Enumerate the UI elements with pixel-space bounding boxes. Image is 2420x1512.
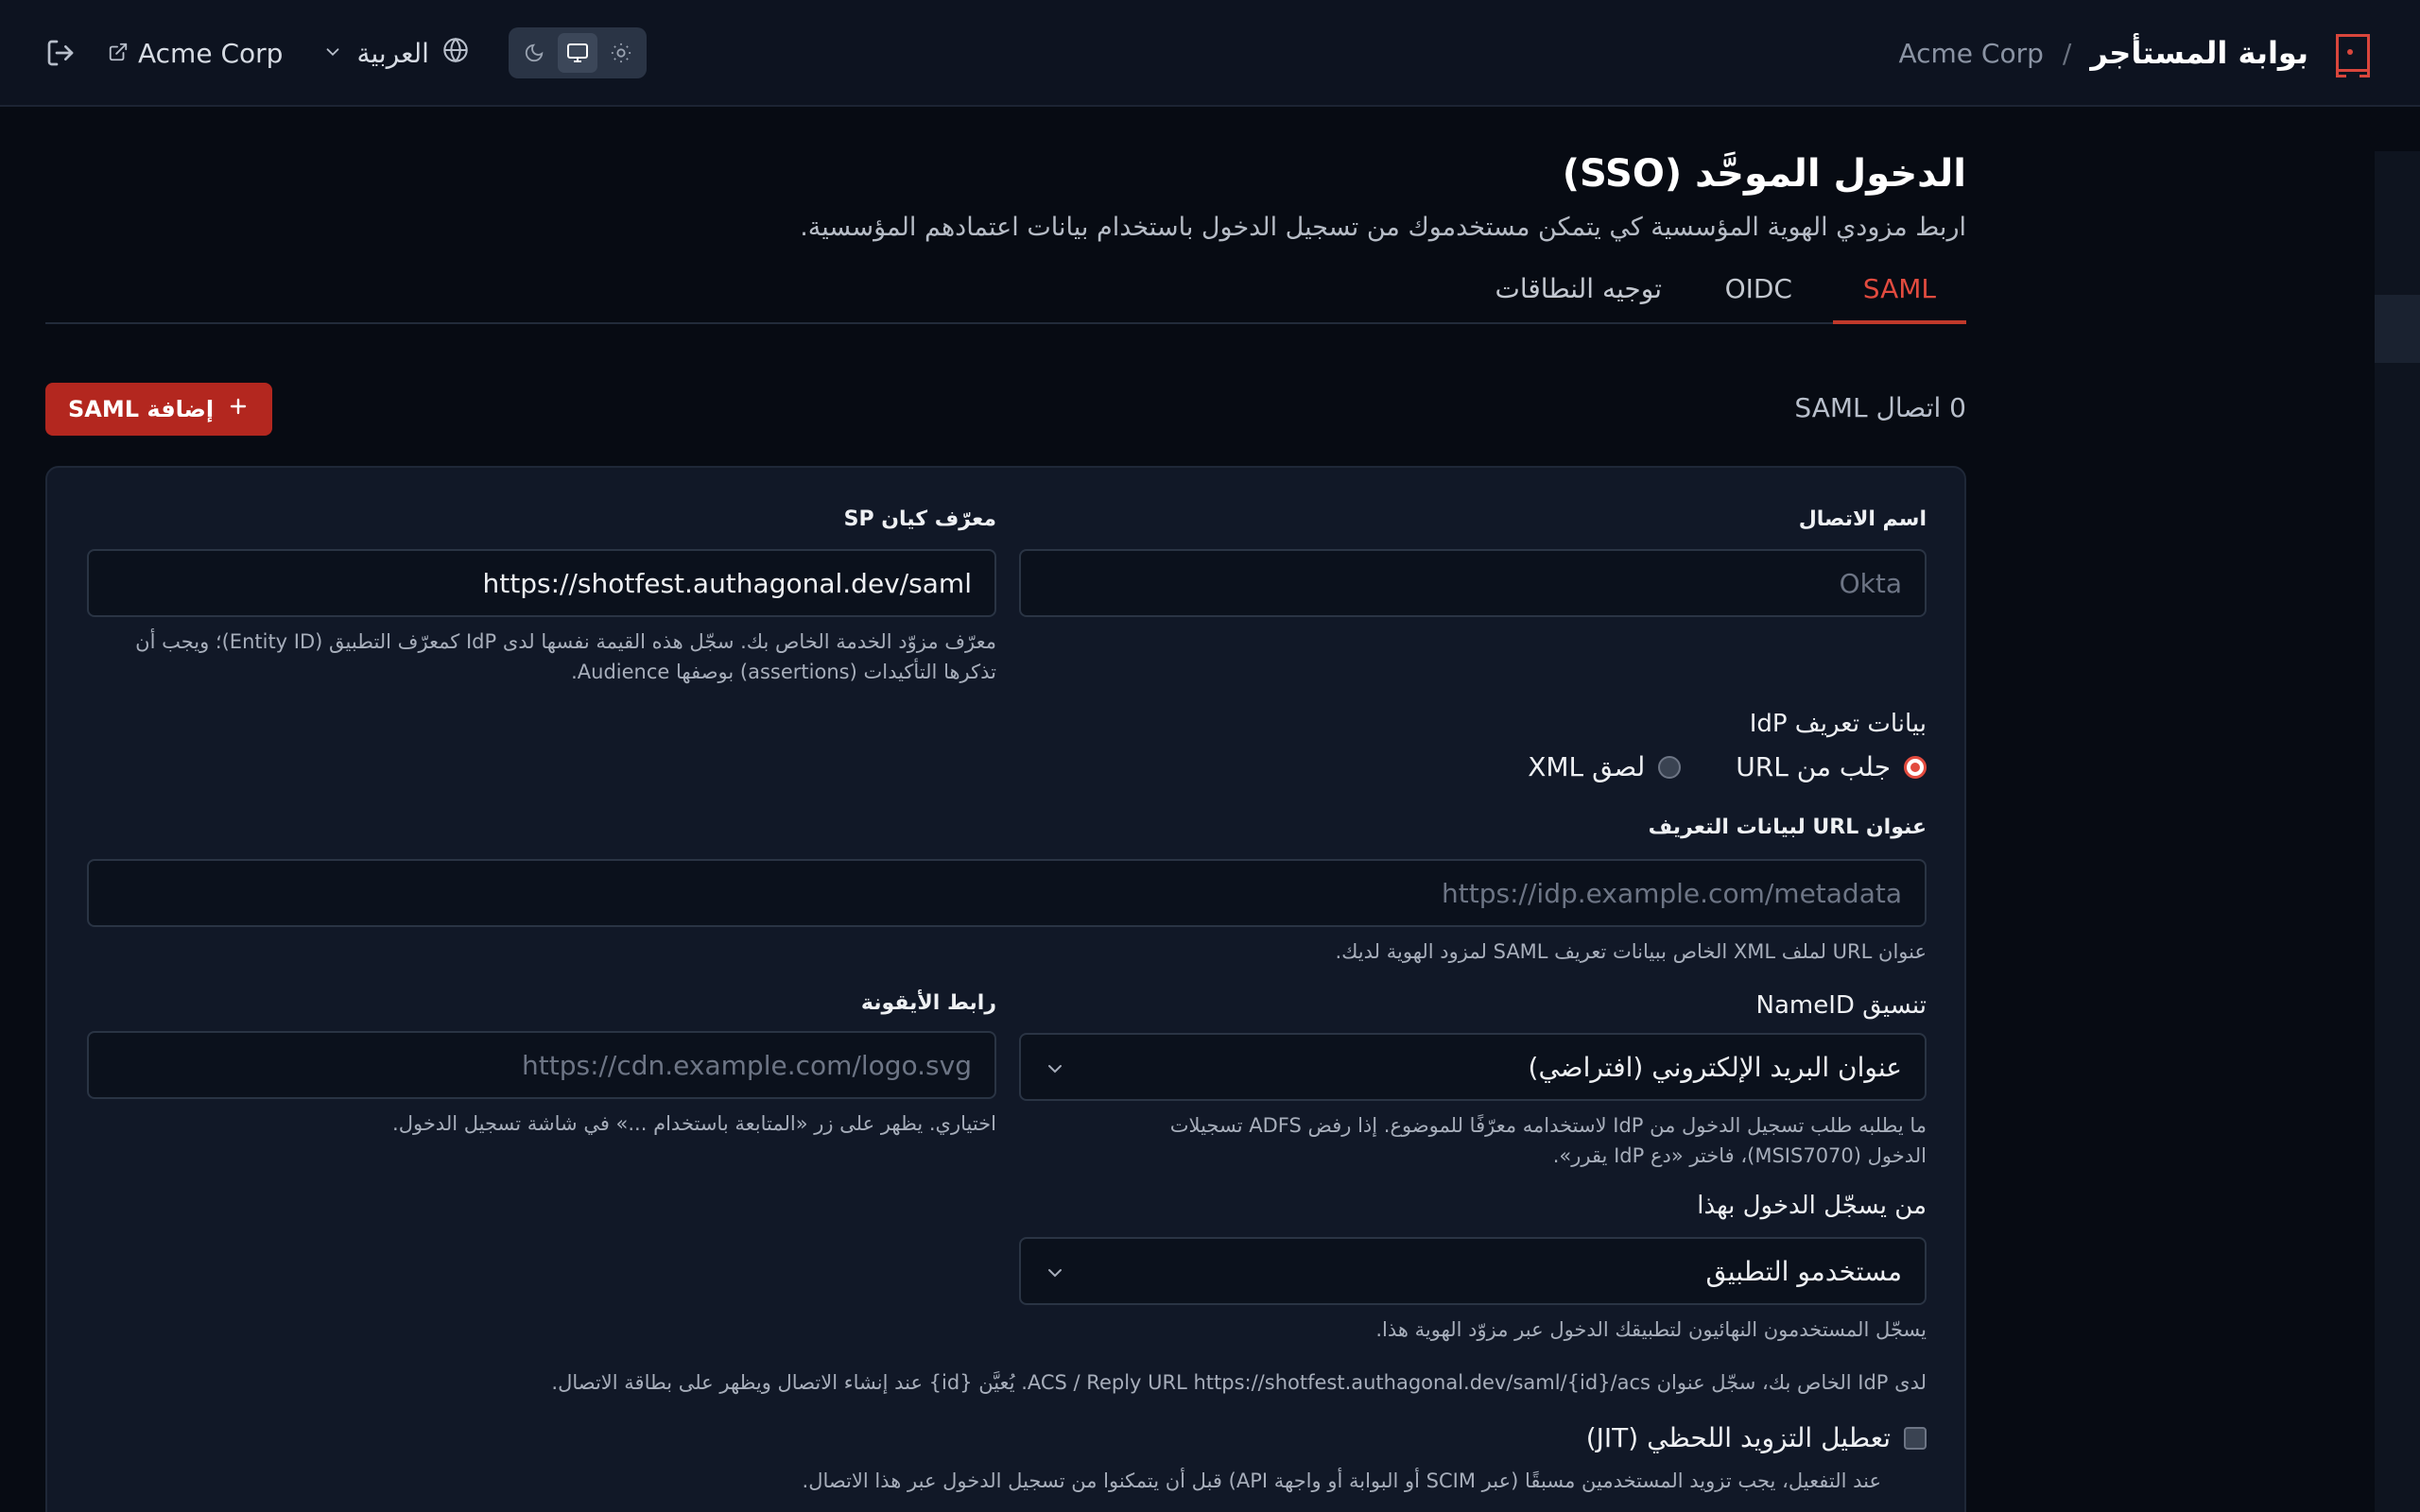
sp-entity-id-help-line2: تذكرها التأكيدات (assertions) بوصفها Aud… bbox=[571, 661, 996, 683]
audience-select[interactable]: مستخدمو التطبيق bbox=[1019, 1237, 1927, 1305]
radio-paste-xml[interactable] bbox=[1658, 755, 1682, 779]
logout-icon[interactable] bbox=[45, 38, 76, 68]
language-label: العربية bbox=[356, 37, 429, 69]
idp-metadata-label: بيانات تعريف IdP bbox=[1749, 710, 1927, 738]
jit-row: تعطيل التزويد اللحظي (JIT) bbox=[1586, 1422, 1927, 1453]
plus-icon bbox=[227, 395, 250, 423]
saml-form-card: اسم الاتصال Okta معرّف كيان SP https://s… bbox=[45, 466, 1966, 1512]
tenant-breadcrumb[interactable]: Acme Corp bbox=[1898, 38, 2043, 69]
chevron-down-icon bbox=[1044, 1056, 1066, 1078]
nameid-help-line1: ما يطلبه طلب تسجيل الدخول من IdP لاستخدا… bbox=[1169, 1114, 1927, 1137]
audience-label: من يسجّل الدخول بهذا bbox=[1697, 1192, 1927, 1220]
scrollbar-thumb[interactable] bbox=[2375, 295, 2420, 363]
tab-domain-routing[interactable]: توجيه النطاقات bbox=[1465, 267, 1692, 324]
external-link-icon bbox=[108, 38, 129, 69]
tabs: SAML OIDC توجيه النطاقات bbox=[45, 267, 1966, 324]
add-saml-label: إضافة SAML bbox=[68, 396, 215, 422]
nameid-help-line2: الدخول (MSIS7070)، فاختر «دع IdP يقرر». bbox=[1552, 1144, 1927, 1167]
nameid-format-select[interactable]: عنوان البريد الإلكتروني (افتراضي) bbox=[1019, 1033, 1927, 1101]
sp-entity-id-value: https://shotfest.authagonal.dev/saml bbox=[482, 567, 972, 599]
jit-label[interactable]: تعطيل التزويد اللحظي (JIT) bbox=[1586, 1422, 1891, 1453]
sp-entity-id-label: معرّف كيان SP bbox=[843, 507, 996, 531]
top-bar: Acme Corp / بوابة المستأجر Acme Corp الع… bbox=[0, 0, 2420, 107]
connection-count: 0 اتصال SAML bbox=[1794, 392, 1966, 423]
org-link[interactable]: Acme Corp bbox=[108, 38, 283, 69]
metadata-source-radios: جلب من URL لصق XML bbox=[1528, 751, 1927, 782]
icon-url-placeholder: https://cdn.example.com/logo.svg bbox=[522, 1049, 972, 1081]
brand: Acme Corp / بوابة المستأجر bbox=[1898, 28, 2370, 77]
nameid-format-help: ما يطلبه طلب تسجيل الدخول من IdP لاستخدا… bbox=[1019, 1110, 1927, 1171]
add-saml-button[interactable]: إضافة SAML bbox=[45, 383, 273, 436]
portal-title: بوابة المستأجر bbox=[2090, 35, 2308, 71]
sun-icon[interactable] bbox=[601, 33, 641, 73]
sp-entity-id-help: معرّف مزوّد الخدمة الخاص بك. سجّل هذه ال… bbox=[87, 627, 996, 687]
radio-fetch-url[interactable] bbox=[1904, 755, 1927, 779]
audience-help: يسجّل المستخدمون النهائيون لتطبيقك الدخو… bbox=[1375, 1318, 1927, 1341]
sp-entity-id-help-line1: معرّف مزوّد الخدمة الخاص بك. سجّل هذه ال… bbox=[135, 630, 996, 653]
metadata-url-label: عنوان URL لبيانات التعريف bbox=[1648, 816, 1927, 839]
theme-switcher bbox=[508, 27, 647, 78]
page-subtitle: اربط مزودي الهوية المؤسسية كي يتمكن مستخ… bbox=[800, 213, 1966, 242]
connection-name-label: اسم الاتصال bbox=[1798, 507, 1927, 531]
connection-name-input[interactable]: Okta bbox=[1019, 549, 1927, 617]
jit-help: عند التفعيل، يجب تزويد المستخدمين مسبقًا… bbox=[802, 1469, 1881, 1492]
icon-url-help: اختياري. يظهر على زر «المتابعة باستخدام … bbox=[392, 1112, 996, 1135]
brand-logo-icon bbox=[2336, 34, 2370, 77]
chevron-down-icon bbox=[1044, 1260, 1066, 1282]
jit-checkbox[interactable] bbox=[1904, 1426, 1927, 1450]
monitor-icon[interactable] bbox=[557, 33, 597, 73]
metadata-url-placeholder: https://idp.example.com/metadata bbox=[1442, 877, 1902, 909]
tab-oidc[interactable]: OIDC bbox=[1695, 267, 1823, 324]
icon-url-input[interactable]: https://cdn.example.com/logo.svg bbox=[87, 1031, 996, 1099]
breadcrumb-separator: / bbox=[2062, 37, 2072, 69]
acs-url-note: لدى IdP الخاص بك، سجّل عنوان ACS / Reply… bbox=[551, 1371, 1927, 1394]
tab-saml[interactable]: SAML bbox=[1832, 267, 1966, 324]
moon-icon[interactable] bbox=[514, 33, 554, 73]
page-title: الدخول الموحَّد (SSO) bbox=[1562, 152, 1966, 196]
metadata-url-help: عنوان URL لملف XML الخاص ببيانات تعريف S… bbox=[1335, 940, 1927, 963]
globe-icon bbox=[442, 37, 469, 70]
language-select[interactable]: العربية bbox=[322, 37, 469, 70]
chevron-down-icon bbox=[322, 38, 343, 69]
connection-name-placeholder: Okta bbox=[1839, 567, 1902, 599]
nameid-format-label: تنسيق NameID bbox=[1755, 991, 1927, 1020]
nameid-format-value: عنوان البريد الإلكتروني (افتراضي) bbox=[1528, 1051, 1902, 1083]
sp-entity-id-input[interactable]: https://shotfest.authagonal.dev/saml bbox=[87, 549, 996, 617]
metadata-url-input[interactable]: https://idp.example.com/metadata bbox=[87, 859, 1927, 927]
org-link-label: Acme Corp bbox=[138, 37, 284, 69]
radio-paste-xml-label[interactable]: لصق XML bbox=[1528, 751, 1645, 782]
header-actions: Acme Corp العربية bbox=[45, 26, 647, 79]
radio-fetch-url-label[interactable]: جلب من URL bbox=[1736, 751, 1891, 782]
icon-url-label: رابط الأيقونة bbox=[860, 991, 996, 1015]
audience-value: مستخدمو التطبيق bbox=[1705, 1255, 1902, 1287]
